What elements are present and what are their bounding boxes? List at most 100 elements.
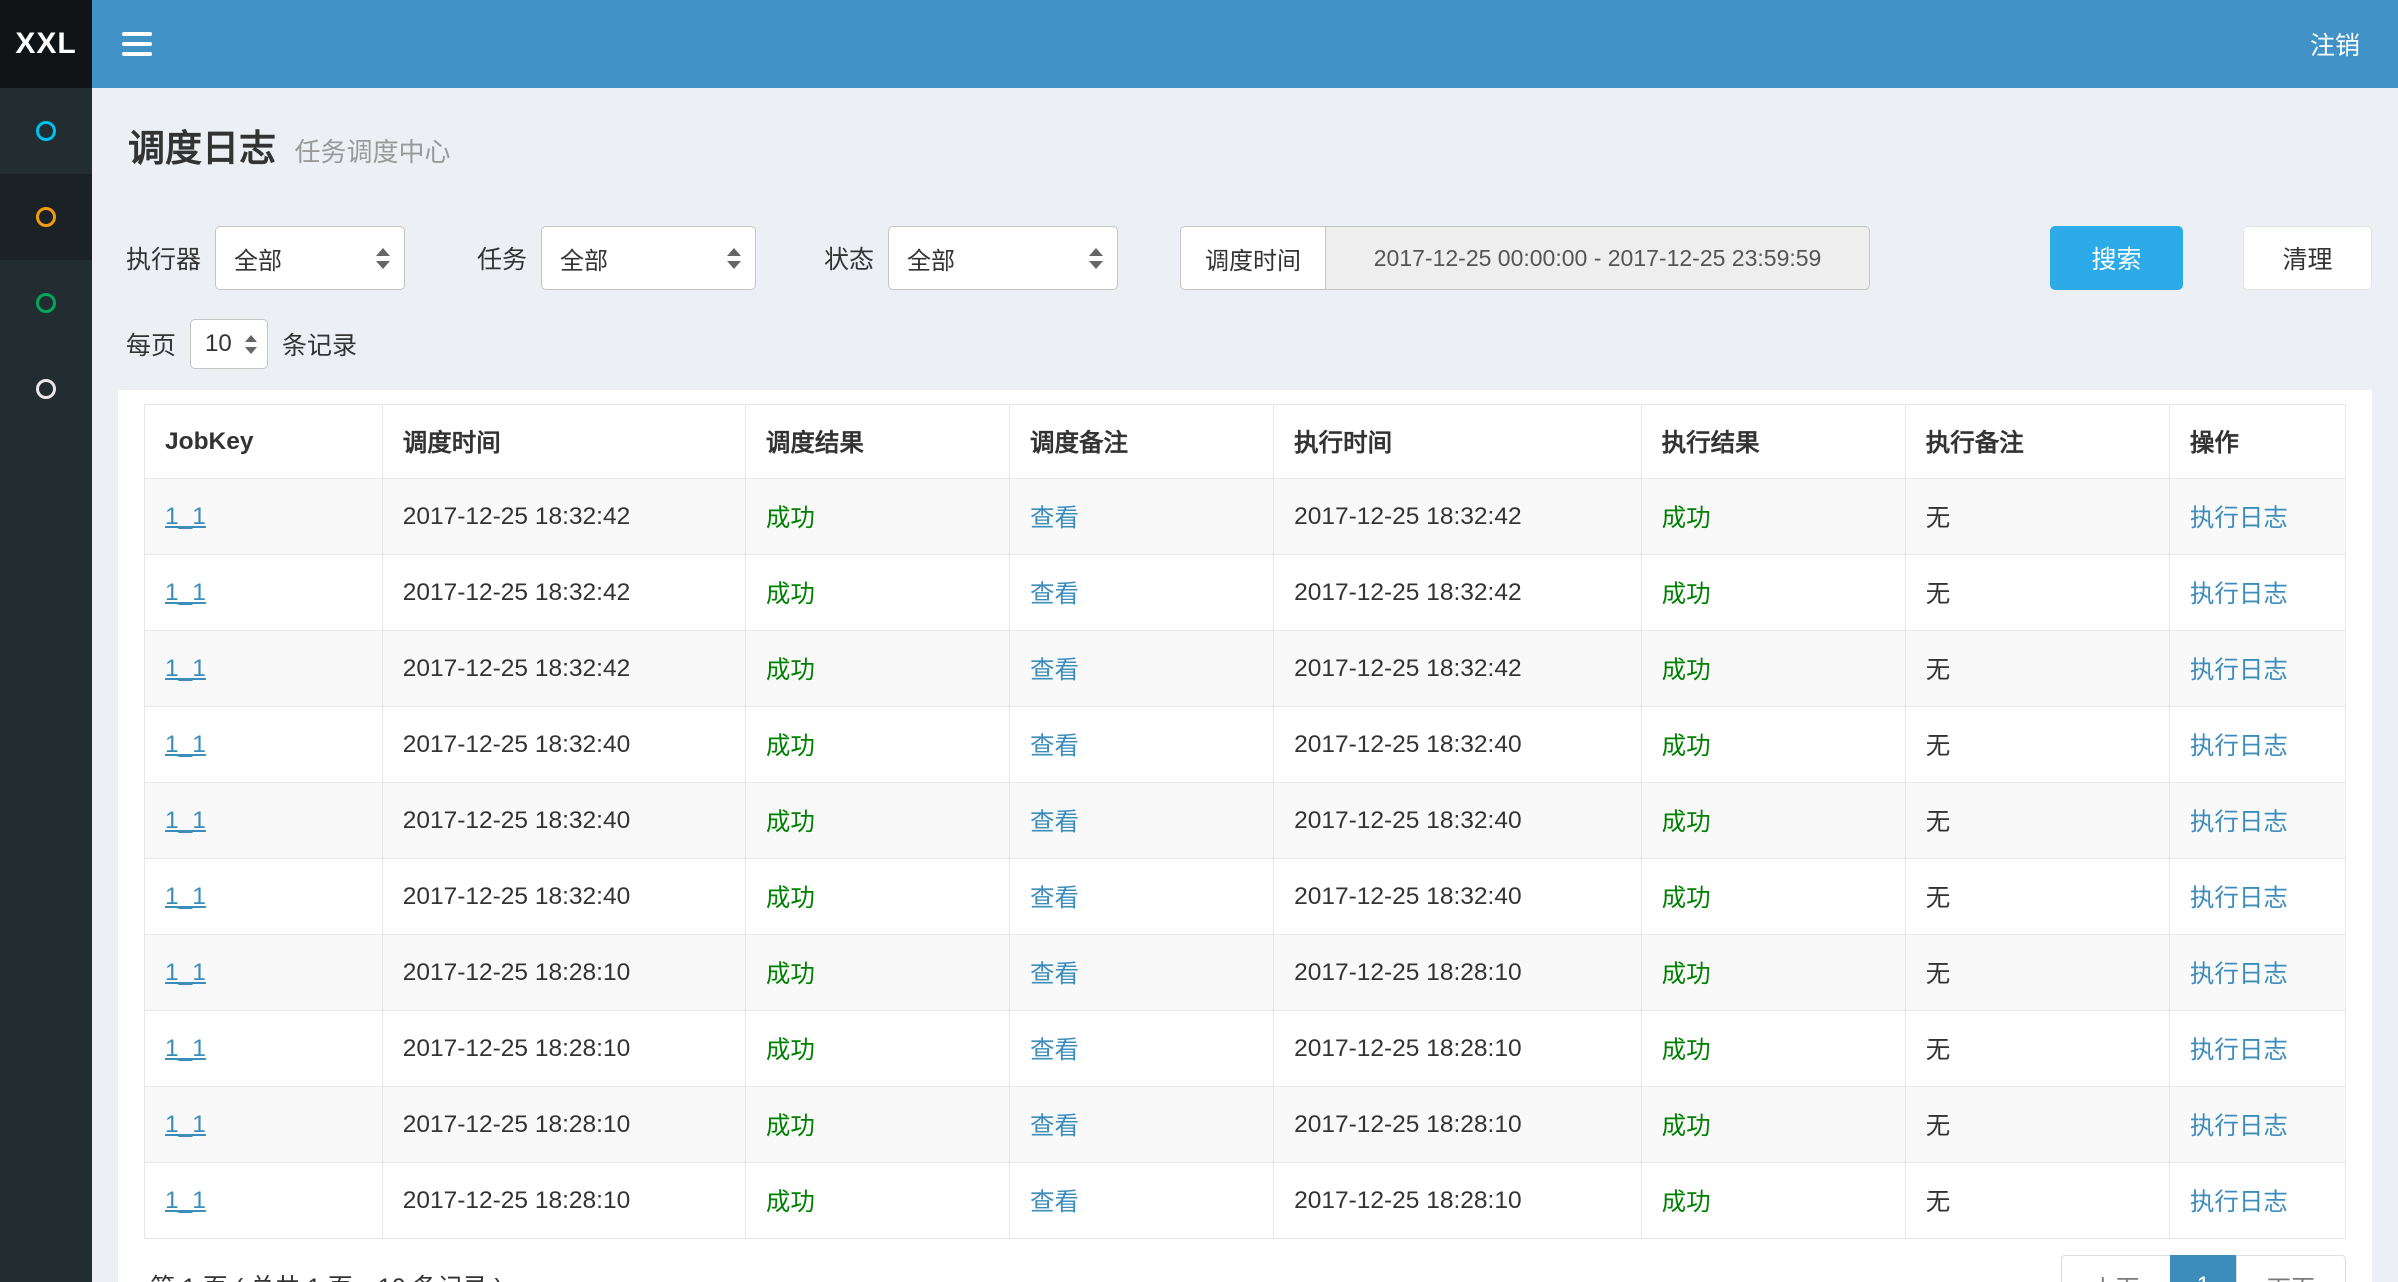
schedule-remark-cell: 查看 — [1009, 1163, 1273, 1239]
schedule-remark-cell: 查看 — [1009, 935, 1273, 1011]
app-logo[interactable]: XXL — [0, 0, 92, 88]
schedule-remark-link[interactable]: 查看 — [1030, 505, 1079, 532]
table-row: 1_1 2017-12-25 18:28:10 成功 查看 2017-12-25… — [145, 935, 2346, 1011]
action-cell: 执行日志 — [2169, 783, 2345, 859]
schedule-result-cell: 成功 — [745, 859, 1009, 935]
exec-remark-cell: 无 — [1905, 783, 2169, 859]
jobkey-link[interactable]: 1_1 — [165, 579, 206, 606]
schedule-result-cell: 成功 — [745, 783, 1009, 859]
exec-time-cell: 2017-12-25 18:32:40 — [1274, 783, 1642, 859]
schedule-result-cell: 成功 — [745, 1163, 1009, 1239]
exec-time-cell: 2017-12-25 18:28:10 — [1274, 1011, 1642, 1087]
exec-result-text: 成功 — [1662, 733, 1711, 760]
page-size-row: 每页 10 条记录 — [126, 318, 2372, 370]
jobkey-cell: 1_1 — [145, 1163, 383, 1239]
schedule-result-text: 成功 — [766, 809, 815, 836]
sidebar-menu-item-2[interactable] — [0, 174, 92, 260]
jobkey-link[interactable]: 1_1 — [165, 883, 206, 910]
schedule-remark-link[interactable]: 查看 — [1030, 657, 1079, 684]
schedule-remark-cell: 查看 — [1009, 783, 1273, 859]
jobkey-cell: 1_1 — [145, 555, 383, 631]
page-size-select[interactable]: 10 — [190, 319, 268, 369]
jobkey-link[interactable]: 1_1 — [165, 655, 206, 682]
jobkey-cell: 1_1 — [145, 631, 383, 707]
schedule-remark-cell: 查看 — [1009, 707, 1273, 783]
schedule-result-cell: 成功 — [745, 935, 1009, 1011]
circle-icon — [36, 207, 56, 227]
jobkey-link[interactable]: 1_1 — [165, 959, 206, 986]
search-button[interactable]: 搜索 — [2050, 226, 2183, 290]
circle-icon — [36, 121, 56, 141]
jobkey-cell: 1_1 — [145, 707, 383, 783]
current-page-button[interactable]: 1 — [2170, 1255, 2237, 1282]
circle-icon — [36, 293, 56, 313]
schedule-time-filter: 调度时间 — [1180, 226, 1870, 290]
exec-log-link[interactable]: 执行日志 — [2190, 1113, 2288, 1140]
exec-log-link[interactable]: 执行日志 — [2190, 961, 2288, 988]
schedule-time-cell: 2017-12-25 18:28:10 — [382, 1163, 745, 1239]
jobkey-cell: 1_1 — [145, 1087, 383, 1163]
job-select[interactable]: 全部 — [541, 226, 756, 290]
jobkey-link[interactable]: 1_1 — [165, 1111, 206, 1138]
exec-log-link[interactable]: 执行日志 — [2190, 657, 2288, 684]
clear-button[interactable]: 清理 — [2243, 226, 2372, 290]
column-header: 操作 — [2169, 405, 2345, 479]
exec-remark-cell: 无 — [1905, 1087, 2169, 1163]
column-header: 调度结果 — [745, 405, 1009, 479]
table-row: 1_1 2017-12-25 18:32:40 成功 查看 2017-12-25… — [145, 859, 2346, 935]
executor-select[interactable]: 全部 — [215, 226, 405, 290]
exec-remark-cell: 无 — [1905, 1011, 2169, 1087]
jobkey-link[interactable]: 1_1 — [165, 731, 206, 758]
exec-log-link[interactable]: 执行日志 — [2190, 505, 2288, 532]
select-arrows-icon — [245, 335, 257, 354]
exec-log-link[interactable]: 执行日志 — [2190, 809, 2288, 836]
exec-log-link[interactable]: 执行日志 — [2190, 733, 2288, 760]
exec-result-cell: 成功 — [1641, 1163, 1905, 1239]
exec-result-text: 成功 — [1662, 809, 1711, 836]
jobkey-link[interactable]: 1_1 — [165, 1035, 206, 1062]
log-table-box: JobKey调度时间调度结果调度备注执行时间执行结果执行备注操作 1_1 201… — [118, 390, 2372, 1282]
status-select[interactable]: 全部 — [888, 226, 1118, 290]
exec-log-link[interactable]: 执行日志 — [2190, 1189, 2288, 1216]
schedule-time-input[interactable] — [1325, 226, 1870, 290]
logout-link[interactable]: 注销 — [2310, 26, 2360, 62]
exec-result-cell: 成功 — [1641, 479, 1905, 555]
schedule-remark-link[interactable]: 查看 — [1030, 1113, 1079, 1140]
exec-log-link[interactable]: 执行日志 — [2190, 581, 2288, 608]
jobkey-cell: 1_1 — [145, 935, 383, 1011]
schedule-remark-link[interactable]: 查看 — [1030, 809, 1079, 836]
schedule-result-cell: 成功 — [745, 631, 1009, 707]
exec-log-link[interactable]: 执行日志 — [2190, 885, 2288, 912]
column-header: 执行备注 — [1905, 405, 2169, 479]
schedule-remark-link[interactable]: 查看 — [1030, 961, 1079, 988]
sidebar-toggle-icon[interactable] — [122, 32, 152, 56]
schedule-remark-link[interactable]: 查看 — [1030, 733, 1079, 760]
schedule-remark-link[interactable]: 查看 — [1030, 1189, 1079, 1216]
exec-result-cell: 成功 — [1641, 555, 1905, 631]
jobkey-link[interactable]: 1_1 — [165, 1187, 206, 1214]
sidebar-menu-item-4[interactable] — [0, 346, 92, 432]
exec-remark-cell: 无 — [1905, 859, 2169, 935]
schedule-remark-link[interactable]: 查看 — [1030, 1037, 1079, 1064]
page-summary: 第 1 页 ( 总共 1 页，10 条记录 ) — [144, 1268, 503, 1282]
action-cell: 执行日志 — [2169, 555, 2345, 631]
sidebar-menu-item-1[interactable] — [0, 88, 92, 174]
next-page-button[interactable]: 下页 — [2236, 1255, 2346, 1282]
action-cell: 执行日志 — [2169, 479, 2345, 555]
table-row: 1_1 2017-12-25 18:28:10 成功 查看 2017-12-25… — [145, 1163, 2346, 1239]
table-row: 1_1 2017-12-25 18:32:40 成功 查看 2017-12-25… — [145, 783, 2346, 859]
jobkey-link[interactable]: 1_1 — [165, 503, 206, 530]
schedule-result-text: 成功 — [766, 581, 815, 608]
jobkey-link[interactable]: 1_1 — [165, 807, 206, 834]
exec-result-text: 成功 — [1662, 961, 1711, 988]
exec-result-text: 成功 — [1662, 505, 1711, 532]
schedule-remark-link[interactable]: 查看 — [1030, 581, 1079, 608]
prev-page-button[interactable]: 上页 — [2061, 1255, 2171, 1282]
exec-log-link[interactable]: 执行日志 — [2190, 1037, 2288, 1064]
jobkey-cell: 1_1 — [145, 1011, 383, 1087]
schedule-result-cell: 成功 — [745, 555, 1009, 631]
jobkey-cell: 1_1 — [145, 859, 383, 935]
sidebar-menu-item-3[interactable] — [0, 260, 92, 346]
status-label: 状态 — [824, 240, 874, 276]
schedule-remark-link[interactable]: 查看 — [1030, 885, 1079, 912]
